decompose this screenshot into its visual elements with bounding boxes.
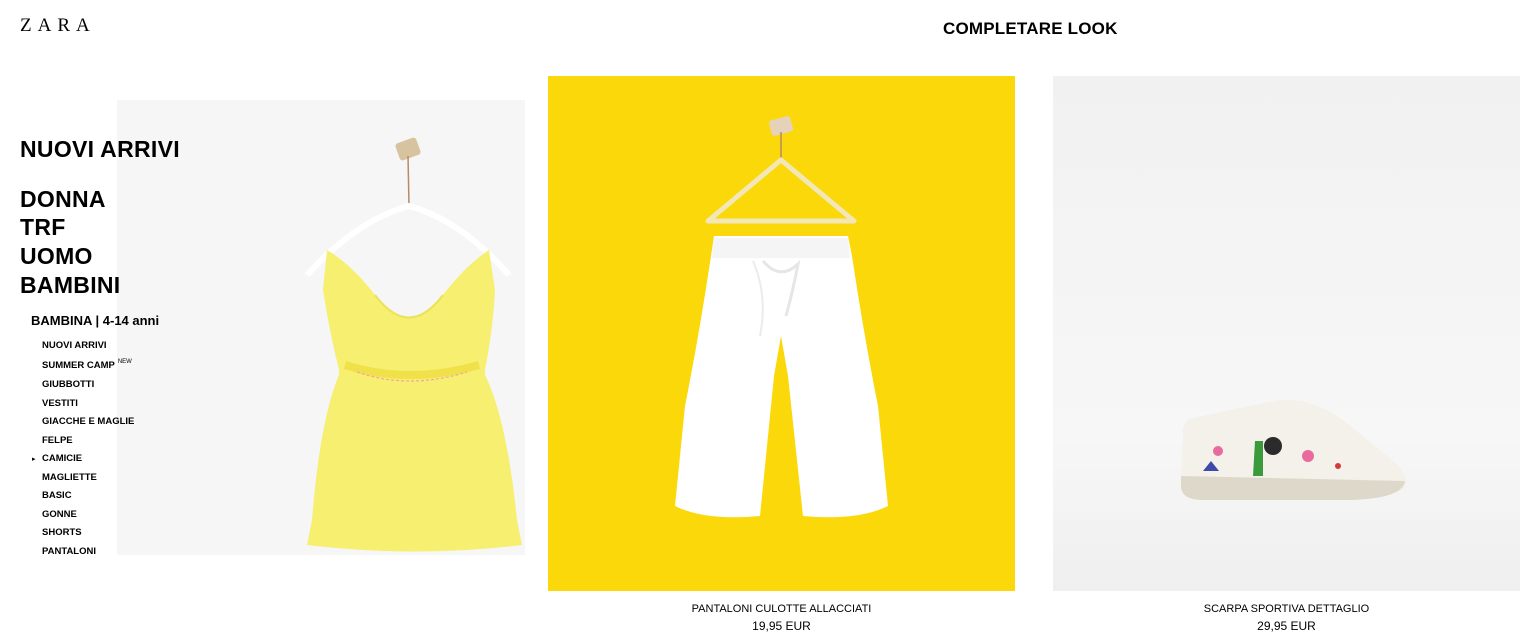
sidebar-item-label: SHORTS [42, 527, 82, 538]
sidebar-item-camicie[interactable]: CAMICIE [42, 453, 82, 464]
sidebar-item-label: FELPE [42, 435, 73, 446]
sidebar-item-pantaloni[interactable]: PANTALONI [42, 546, 96, 557]
sidebar-item-label: GIUBBOTTI [42, 379, 95, 390]
sneaker-illustration [1181, 399, 1407, 500]
zara-logo[interactable]: ZARA [20, 15, 96, 37]
hero-product-image[interactable] [117, 100, 525, 555]
sidebar-item-label: CAMICIE [42, 453, 83, 464]
product-image-sneaker[interactable] [1053, 76, 1520, 591]
sidebar-item-label: GIACCHE E MAGLIE [42, 416, 135, 427]
sidebar-item-giubbotti[interactable]: GIUBBOTTI [42, 379, 94, 390]
product-name-sneaker[interactable]: SCARPA SPORTIVA DETTAGLIO [1053, 603, 1520, 615]
sidebar-item-magliette[interactable]: MAGLIETTE [42, 472, 97, 483]
sidebar-item-vestiti[interactable]: VESTITI [42, 398, 78, 409]
nav-bambini[interactable]: BAMBINI [20, 272, 120, 299]
sidebar-item-nuovi-arrivi[interactable]: NUOVI ARRIVI [42, 340, 107, 351]
product-image-pants[interactable] [548, 76, 1015, 591]
sidebar-item-summer-camp[interactable]: SUMMER CAMP NEW [42, 359, 132, 371]
sidebar-item-label: GONNE [42, 509, 77, 520]
nav-donna[interactable]: DONNA [20, 186, 106, 213]
sidebar-item-giacche-e-maglie[interactable]: GIACCHE E MAGLIE [42, 416, 134, 427]
sidebar-item-label: NUOVI ARRIVI [42, 340, 107, 351]
white-culottes-illustration [675, 116, 888, 518]
active-marker-icon: ▸ [32, 456, 36, 463]
sidebar-item-felpe[interactable]: FELPE [42, 435, 73, 446]
complete-look-title: COMPLETARE LOOK [943, 19, 1118, 38]
sidebar-item-label: SUMMER CAMP [42, 360, 115, 371]
nav-trf[interactable]: TRF [20, 214, 66, 241]
sidebar-item-gonne[interactable]: GONNE [42, 509, 77, 520]
nav-uomo[interactable]: UOMO [20, 243, 93, 270]
sidebar-item-shorts[interactable]: SHORTS [42, 527, 82, 538]
sidebar-item-basic[interactable]: BASIC [42, 490, 72, 501]
product-name-pants[interactable]: PANTALONI CULOTTE ALLACCIATI [548, 603, 1015, 615]
new-badge: NEW [117, 359, 132, 365]
sidebar-item-label: BASIC [42, 490, 72, 501]
yellow-top-illustration [304, 137, 522, 552]
product-price-sneaker: 29,95 EUR [1257, 619, 1316, 633]
nav-new-arrivals[interactable]: NUOVI ARRIVI [20, 136, 180, 163]
sidebar-item-label: VESTITI [42, 398, 78, 409]
subcategory-heading[interactable]: BAMBINA | 4-14 anni [31, 313, 159, 328]
sidebar-item-label: MAGLIETTE [42, 472, 97, 483]
sidebar-item-label: PANTALONI [42, 546, 97, 557]
product-price-pants: 19,95 EUR [752, 619, 811, 633]
